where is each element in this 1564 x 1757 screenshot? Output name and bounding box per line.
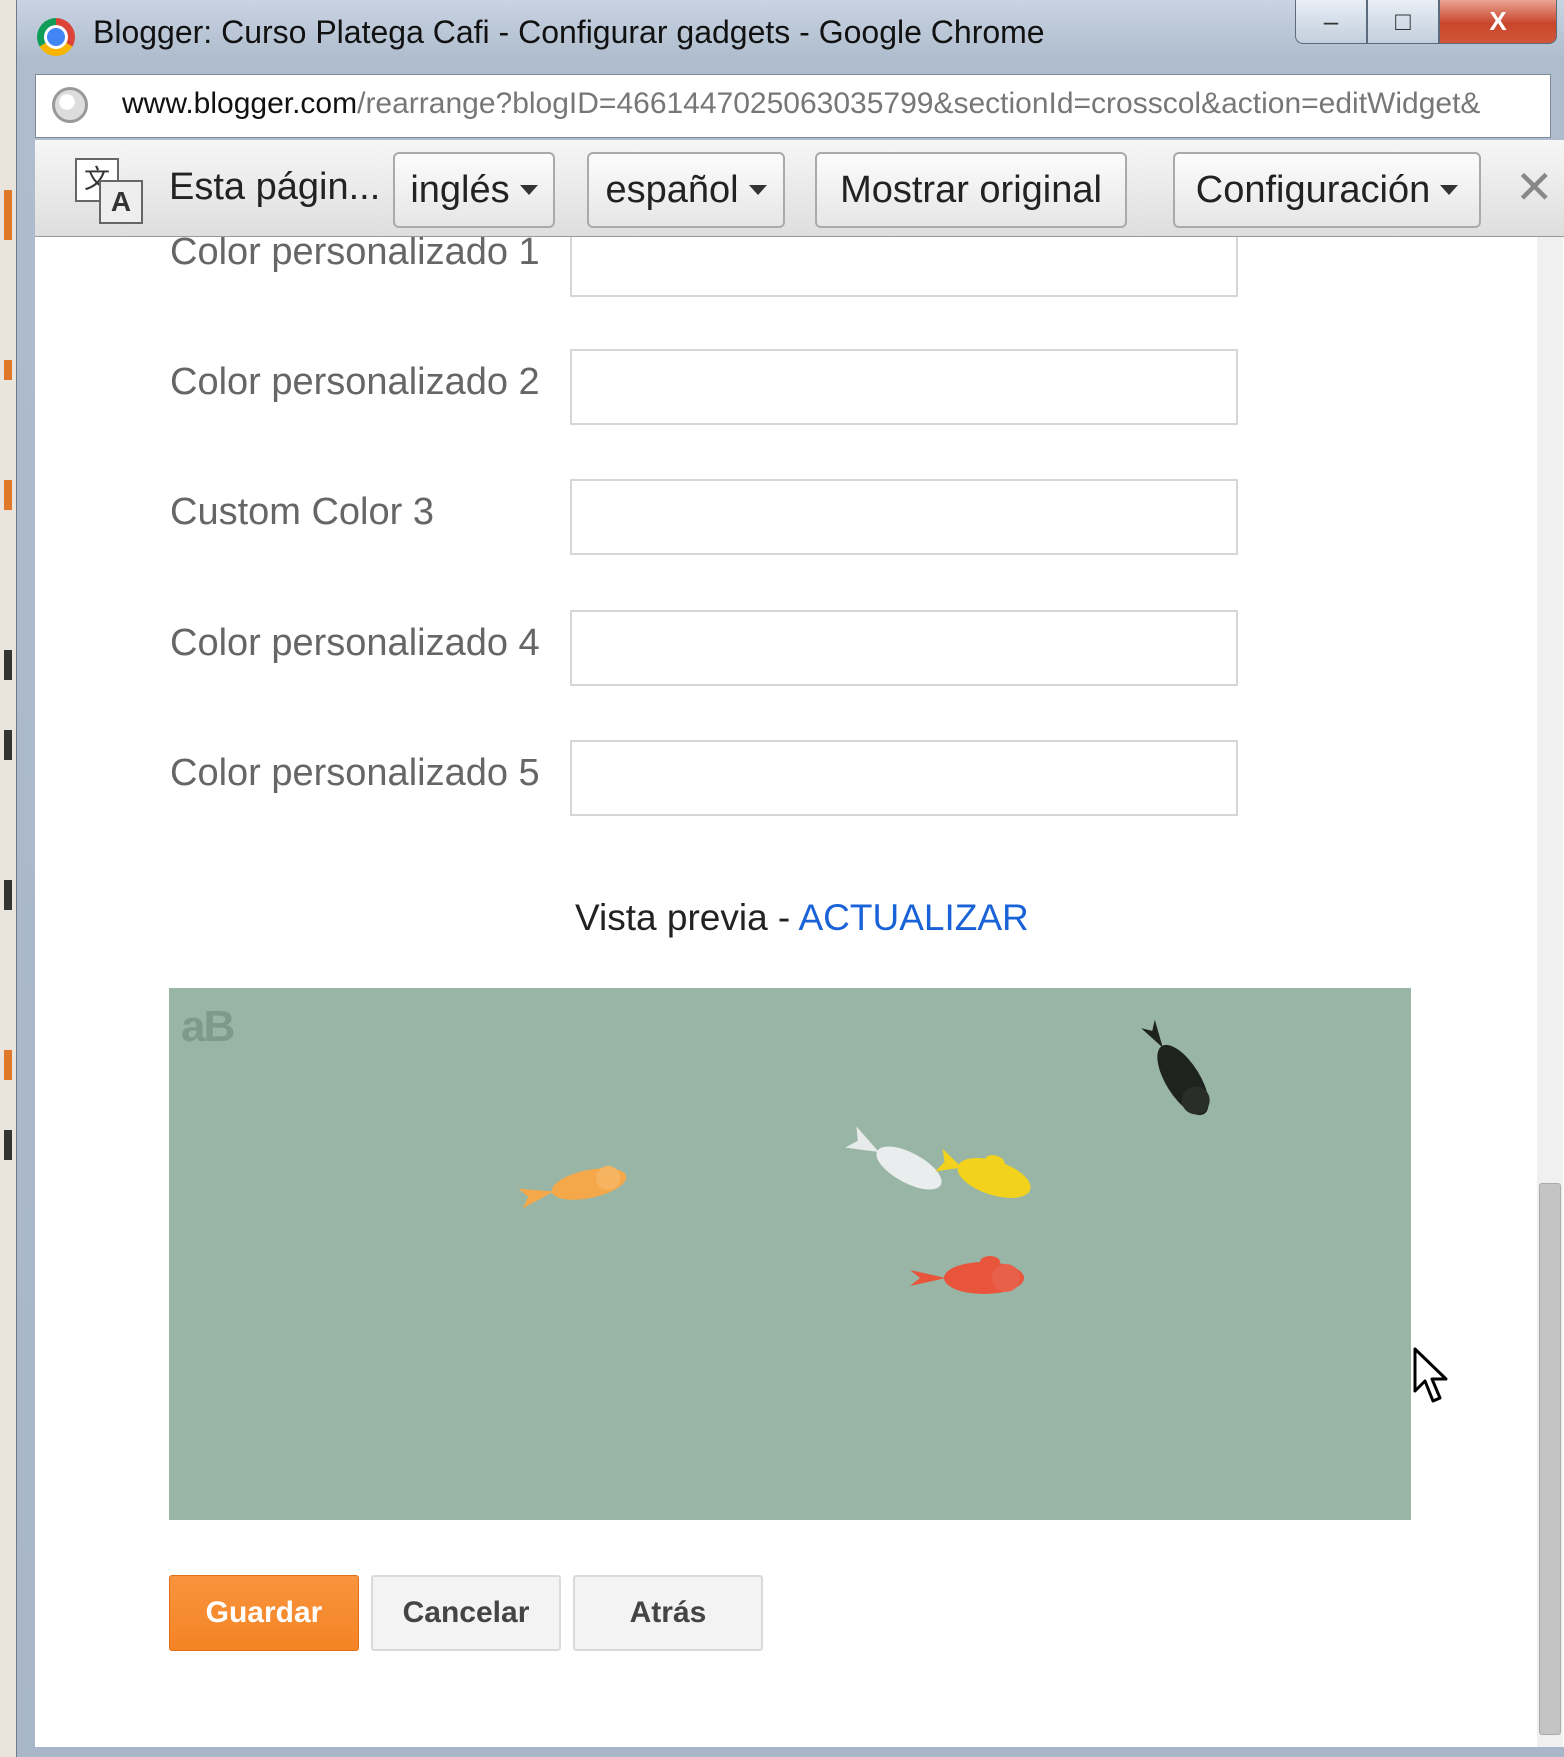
mouse-cursor-icon <box>1413 1347 1448 1403</box>
vertical-scrollbar[interactable] <box>1537 237 1563 1747</box>
translate-settings-dropdown[interactable]: Configuración <box>1173 152 1481 228</box>
koi-pond-preview[interactable]: aB <box>169 988 1411 1520</box>
browser-window: Blogger: Curso Platega Cafi - Configurar… <box>16 0 1564 1757</box>
cancel-button[interactable]: Cancelar <box>371 1575 561 1651</box>
chevron-down-icon <box>748 185 767 195</box>
preview-label: Vista previa - <box>575 897 799 938</box>
scrollbar-thumb[interactable] <box>1539 1183 1561 1735</box>
close-translate-bar-icon[interactable]: ✕ <box>1515 160 1554 214</box>
background-mark <box>4 1130 12 1160</box>
translate-icon-glyph-b: A <box>99 180 143 224</box>
preview-heading: Vista previa - ACTUALIZAR <box>575 897 1029 939</box>
translate-bar: 文 A Esta págin... inglés español Mostrar… <box>35 140 1564 237</box>
koi-fish-black <box>1141 1019 1210 1116</box>
target-language-dropdown[interactable]: español <box>587 152 785 228</box>
globe-icon <box>52 87 88 123</box>
title-bar: Blogger: Curso Platega Cafi - Configurar… <box>17 0 1564 66</box>
field-label-custom-color-1: Color personalizado 1 <box>170 237 540 273</box>
chrome-logo-icon <box>37 18 75 56</box>
background-mark <box>4 190 12 240</box>
chevron-down-icon <box>1440 185 1459 195</box>
background-mark <box>4 880 12 910</box>
custom-color-2-input[interactable] <box>570 349 1238 425</box>
url-text[interactable]: www.blogger.com/rearrange?blogID=4661447… <box>122 87 1542 121</box>
source-language-dropdown[interactable]: inglés <box>393 152 555 228</box>
save-button[interactable]: Guardar <box>169 1575 359 1651</box>
custom-color-5-input[interactable] <box>570 740 1238 816</box>
koi-fish-red <box>910 1256 1024 1294</box>
close-window-button[interactable]: X <box>1439 0 1557 44</box>
window-controls: – □ X <box>1295 0 1557 46</box>
field-label-custom-color-3: Custom Color 3 <box>170 491 434 533</box>
background-mark <box>4 650 12 680</box>
koi-fish-white <box>845 1126 942 1190</box>
minimize-button[interactable]: – <box>1295 0 1367 44</box>
koi-fish-yellow <box>935 1148 1031 1198</box>
field-label-custom-color-2: Color personalizado 2 <box>170 361 540 403</box>
koi-fish-layer <box>518 1019 1210 1294</box>
koi-fish-orange <box>518 1165 627 1209</box>
gadget-config-panel: Color personalizado 1 Color personalizad… <box>35 237 1564 1747</box>
address-bar[interactable]: www.blogger.com/rearrange?blogID=4661447… <box>35 74 1551 138</box>
window-title: Blogger: Curso Platega Cafi - Configurar… <box>93 14 1045 50</box>
url-path: /rearrange?blogID=4661447025063035799&se… <box>357 87 1481 120</box>
translate-icon: 文 A <box>75 158 143 224</box>
background-mark <box>4 730 12 760</box>
url-host: www.blogger.com <box>122 87 358 120</box>
field-label-custom-color-5: Color personalizado 5 <box>170 752 540 794</box>
back-button[interactable]: Atrás <box>573 1575 763 1651</box>
show-original-button[interactable]: Mostrar original <box>815 152 1127 228</box>
translate-settings-label: Configuración <box>1195 168 1431 211</box>
background-mark <box>4 360 12 380</box>
source-language-label: inglés <box>410 168 510 211</box>
refresh-preview-link[interactable]: ACTUALIZAR <box>798 897 1028 938</box>
custom-color-3-input[interactable] <box>570 479 1238 555</box>
custom-color-1-input[interactable] <box>570 237 1238 297</box>
chevron-down-icon <box>519 185 538 195</box>
target-language-label: español <box>605 168 739 211</box>
custom-color-4-input[interactable] <box>570 610 1238 686</box>
translate-message: Esta págin... <box>169 166 381 208</box>
background-mark <box>4 1050 12 1080</box>
maximize-button[interactable]: □ <box>1367 0 1439 44</box>
background-mark <box>4 480 12 510</box>
field-label-custom-color-4: Color personalizado 4 <box>170 622 540 664</box>
